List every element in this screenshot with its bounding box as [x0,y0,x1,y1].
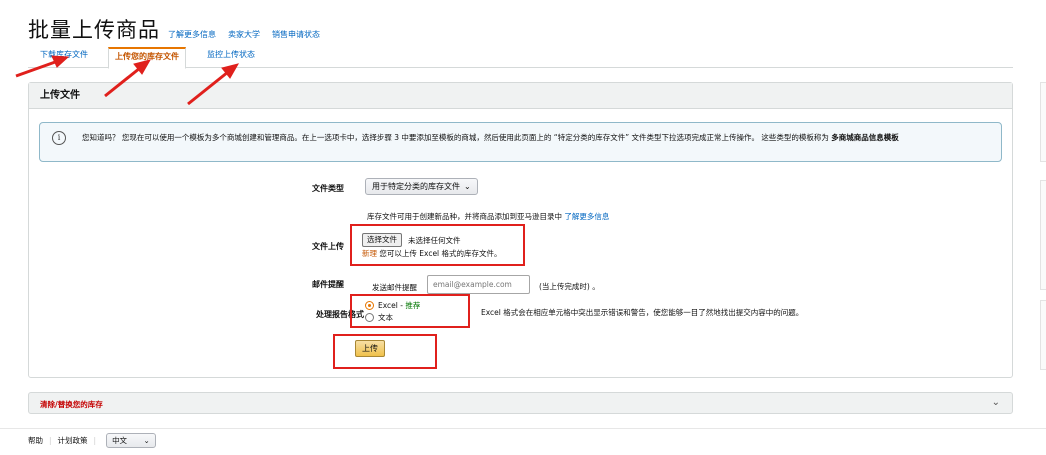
annotation-box-file-upload [350,224,525,266]
help-link[interactable]: 帮助 [28,435,43,446]
page-title: 批量上传商品 [28,18,160,42]
learn-more-link[interactable]: 了解更多信息 [168,29,216,40]
collapse-title: 清除/替换您的库存 [40,400,103,409]
email-input[interactable] [427,275,530,294]
seller-university-link[interactable]: 卖家大学 [228,29,260,40]
email-label: 邮件提醒 [312,280,344,289]
info-icon: i [52,131,66,145]
file-type-help: 库存文件可用于创建新品种，并将商品添加到亚马逊目录中 了解更多信息 [367,212,610,221]
chevron-down-icon: ⌄ [991,397,1000,408]
tab-monitor-upload[interactable]: 监控上传状态 [201,47,261,68]
side-widget [1040,300,1046,370]
email-prefix: 发送邮件提醒 [372,283,417,292]
chevron-down-icon: ⌄ [464,182,471,191]
chevron-down-icon: ⌄ [143,436,150,445]
info-alert: i 您知道吗？ 您现在可以使用一个模板为多个商城创建和管理商品。在上一选项卡中，… [39,122,1002,162]
footer: 帮助 | 计划政策 | 中文 ⌄ [28,433,156,448]
info-bold-text: 多商城商品信息模板 [831,133,899,142]
panel-title: 上传文件 [29,83,1012,109]
file-upload-label: 文件上传 [312,242,344,251]
side-widget [1040,180,1046,290]
email-suffix: (当上传完成时) 。 [539,282,600,291]
side-widget [1040,82,1046,162]
report-format-help: Excel 格式会在相应单元格中突出显示错误和警告，使您能够一目了然地找出提交内… [481,308,804,317]
tab-download-inventory[interactable]: 下载库存文件 [34,47,94,68]
program-policy-link[interactable]: 计划政策 [58,435,88,446]
file-type-select[interactable]: 用于特定分类的库存文件 ⌄ [365,178,478,195]
language-select[interactable]: 中文 ⌄ [106,433,156,448]
tab-upload-inventory[interactable]: 上传您的库存文件 [108,47,186,69]
footer-divider [0,428,1046,429]
tab-bar: 下载库存文件 上传您的库存文件 监控上传状态 [28,44,1013,69]
clear-replace-inventory-section[interactable]: 清除/替换您的库存 ⌄ [28,392,1013,414]
annotation-box-upload-button [333,334,437,369]
file-type-label: 文件类型 [312,184,344,193]
footer-separator: | [49,436,52,445]
page-header: 批量上传商品 了解更多信息 卖家大学 销售申请状态 [28,14,324,44]
info-text: 您知道吗？ 您现在可以使用一个模板为多个商城创建和管理商品。在上一选项卡中，选择… [82,133,899,142]
file-type-learn-more-link[interactable]: 了解更多信息 [564,212,609,221]
annotation-box-report-format [350,294,470,328]
footer-separator: | [93,436,97,445]
application-status-link[interactable]: 销售申请状态 [272,29,320,40]
